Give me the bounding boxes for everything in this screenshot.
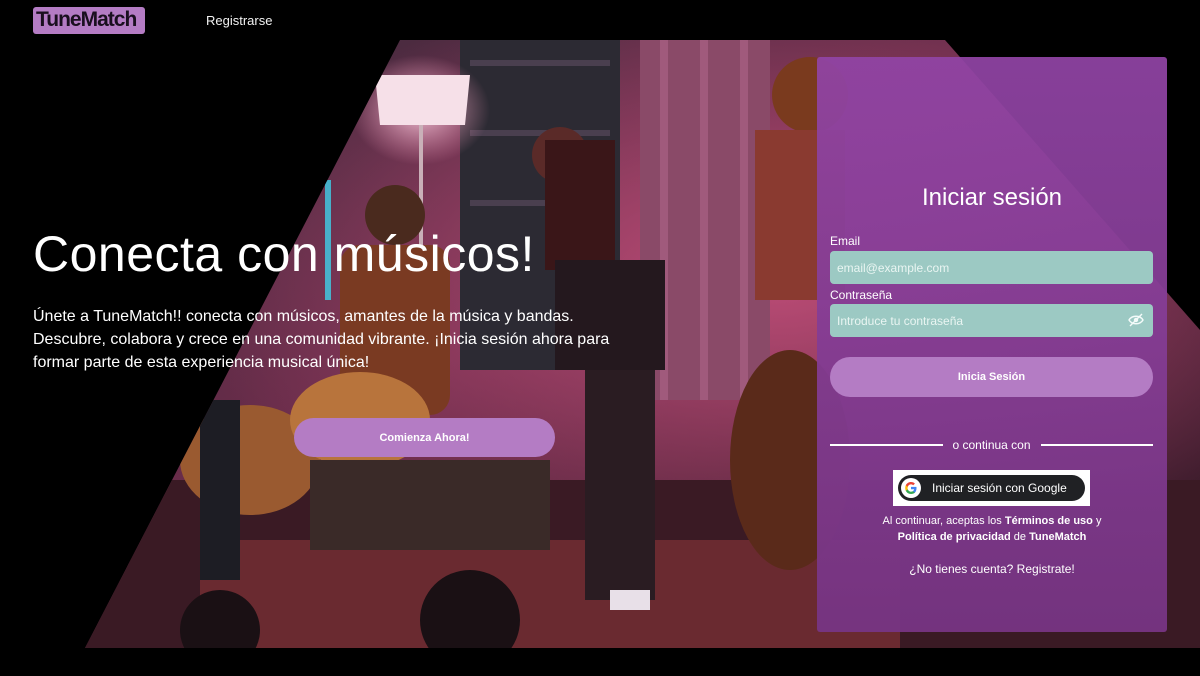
google-icon xyxy=(901,478,921,498)
hero-section: Conecta con músicos! Únete a TuneMatch!!… xyxy=(33,225,633,374)
terms-of-use-link[interactable]: Términos de uso xyxy=(1005,515,1093,527)
google-signin-button[interactable]: Iniciar sesión con Google xyxy=(898,475,1085,501)
top-header: TuneMatch Registrarse xyxy=(0,0,1200,40)
terms-notice: Al continuar, aceptas los Términos de us… xyxy=(817,513,1167,545)
terms-prefix: Al continuar, aceptas los xyxy=(882,515,1002,527)
google-signin-label: Iniciar sesión con Google xyxy=(932,481,1067,495)
login-card: Iniciar sesión Email Contraseña Inicia S… xyxy=(817,57,1167,632)
eye-off-icon[interactable] xyxy=(1128,312,1144,328)
get-started-button[interactable]: Comienza Ahora! xyxy=(294,418,555,457)
privacy-policy-link[interactable]: Política de privacidad xyxy=(898,531,1011,543)
signup-link[interactable]: ¿No tienes cuenta? Registrate! xyxy=(817,562,1167,576)
terms-brand: TuneMatch xyxy=(1029,531,1087,543)
terms-of: de xyxy=(1013,531,1027,543)
email-label: Email xyxy=(830,234,861,248)
logo[interactable]: TuneMatch xyxy=(33,7,145,34)
password-label: Contraseña xyxy=(830,288,893,302)
terms-and: y xyxy=(1095,515,1102,527)
hero-title: Conecta con músicos! xyxy=(33,226,535,282)
hero-description: Únete a TuneMatch!! conecta con músicos,… xyxy=(33,308,610,371)
divider: o continua con xyxy=(830,438,1153,452)
nav-register-link[interactable]: Registrarse xyxy=(206,13,272,28)
login-button[interactable]: Inicia Sesión xyxy=(830,357,1153,397)
logo-text: TuneMatch xyxy=(36,8,137,31)
google-signin-container: Iniciar sesión con Google xyxy=(893,470,1090,506)
divider-text: o continua con xyxy=(952,438,1031,452)
password-field[interactable] xyxy=(830,304,1153,337)
email-field[interactable] xyxy=(830,251,1153,284)
login-title: Iniciar sesión xyxy=(921,184,1063,211)
